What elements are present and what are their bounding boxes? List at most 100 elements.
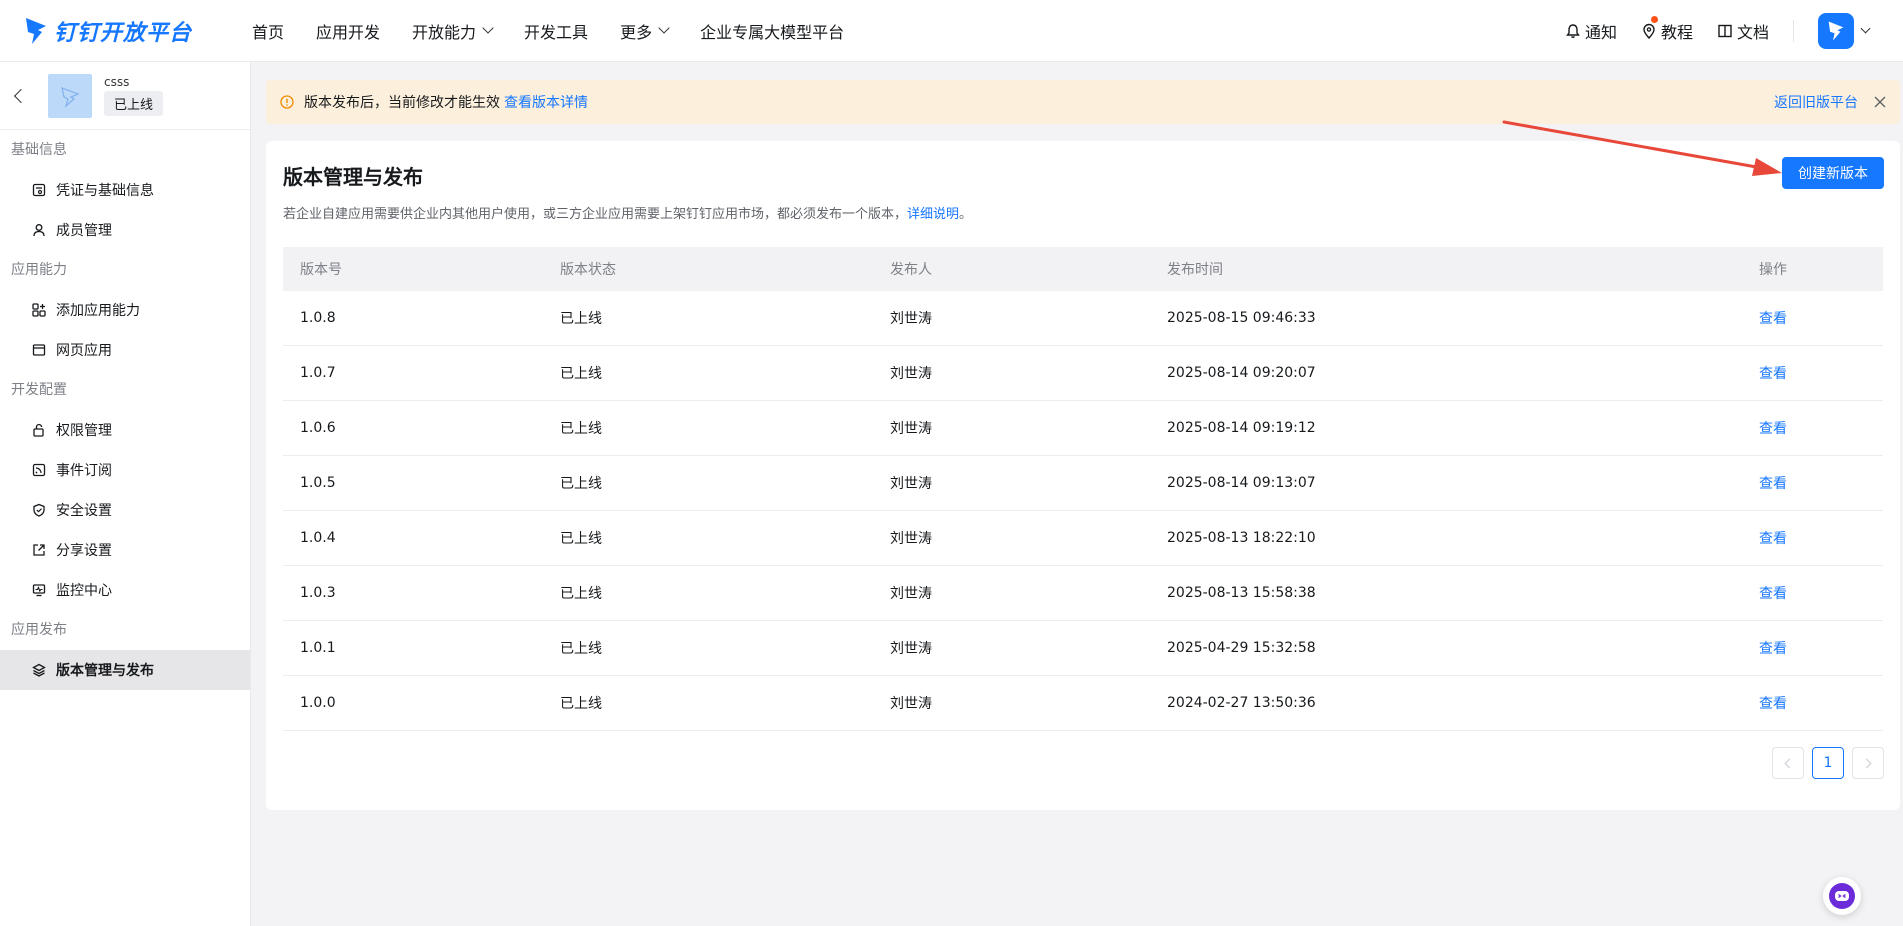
action-cell: 查看 [1759, 528, 1883, 548]
app-header: csss 已上线 [0, 62, 250, 130]
status-cell: 已上线 [560, 366, 602, 382]
book-icon [1718, 24, 1732, 38]
create-version-button[interactable]: 创建新版本 [1782, 157, 1884, 189]
group-app-release: 应用发布 [11, 622, 67, 638]
assistant-button[interactable] [1823, 877, 1861, 915]
details-link[interactable]: 详细说明 [907, 207, 959, 222]
view-link[interactable]: 查看 [1759, 641, 1787, 657]
back-arrow-icon[interactable] [13, 88, 29, 103]
docs-button[interactable]: 文档 [1717, 19, 1769, 43]
view-link[interactable]: 查看 [1759, 421, 1787, 437]
nav-more[interactable]: 更多 [620, 19, 670, 43]
publish-time-cell: 2025-08-15 09:46:33 [1167, 310, 1316, 326]
chevron-down-icon [482, 22, 494, 34]
view-version-details-link[interactable]: 查看版本详情 [504, 92, 588, 112]
page-number[interactable]: 1 [1812, 747, 1844, 779]
status-cell: 已上线 [560, 696, 602, 712]
back-old-platform-link[interactable]: 返回旧版平台 [1774, 92, 1858, 112]
chevron-down-icon[interactable] [1860, 23, 1871, 34]
view-link[interactable]: 查看 [1759, 366, 1787, 382]
status-cell: 已上线 [560, 311, 602, 327]
view-link[interactable]: 查看 [1759, 311, 1787, 327]
sidebar-item-credential[interactable]: 凭证与基础信息 [0, 170, 250, 210]
column-header: 操作 [1759, 262, 1787, 278]
logo-text: 钉钉开放平台 [54, 20, 193, 46]
lock-icon [33, 423, 44, 437]
logo[interactable]: 钉钉开放平台 [24, 15, 230, 47]
publisher-cell: 刘世涛 [890, 476, 932, 492]
nav-open-ability[interactable]: 开放能力 [412, 19, 494, 43]
status-cell: 已上线 [560, 586, 602, 602]
close-icon[interactable] [1874, 96, 1886, 108]
app-logo-icon [61, 86, 80, 108]
version-cell: 1.0.6 [300, 420, 336, 436]
sidebar-item-permissions[interactable]: 权限管理 [0, 410, 250, 450]
dingtalk-logo-icon [26, 17, 46, 44]
annotation-arrow [1502, 120, 1782, 176]
publish-time-cell: 2025-04-29 15:32:58 [1167, 640, 1316, 656]
table-row: 1.0.8 已上线 刘世涛 2025-08-15 09:46:33 查看 [283, 291, 1883, 346]
status-cell: 已上线 [560, 531, 602, 547]
pagination: 1 [1764, 747, 1884, 779]
bot-face-icon [1835, 891, 1849, 901]
sidebar-item-webpage[interactable]: 网页应用 [0, 330, 250, 370]
column-header: 版本号 [300, 262, 342, 278]
view-link[interactable]: 查看 [1759, 476, 1787, 492]
action-cell: 查看 [1759, 418, 1883, 438]
version-cell: 1.0.3 [300, 585, 336, 601]
sidebar-item-share[interactable]: 分享设置 [0, 530, 250, 570]
notice-text: 版本发布后，当前修改才能生效 [304, 95, 500, 111]
publish-time-cell: 2024-02-27 13:50:36 [1167, 695, 1316, 711]
view-link[interactable]: 查看 [1759, 696, 1787, 712]
publisher-cell: 刘世涛 [890, 366, 932, 382]
view-link[interactable]: 查看 [1759, 531, 1787, 547]
assistant-icon [1829, 883, 1855, 909]
nav-dev-tools[interactable]: 开发工具 [524, 19, 588, 43]
prev-page-button[interactable] [1772, 747, 1804, 779]
group-basic-info: 基础信息 [11, 142, 67, 158]
publisher-cell: 刘世涛 [890, 531, 932, 547]
table-row: 1.0.4 已上线 刘世涛 2025-08-13 18:22:10 查看 [283, 511, 1883, 566]
publisher-cell: 刘世涛 [890, 696, 932, 712]
publisher-cell: 刘世涛 [890, 586, 932, 602]
notify-button[interactable]: 通知 [1565, 19, 1617, 43]
avatar[interactable] [1818, 13, 1854, 49]
sidebar-item-security[interactable]: 安全设置 [0, 490, 250, 530]
publish-time-cell: 2025-08-14 09:20:07 [1167, 365, 1316, 381]
tutorial-button[interactable]: 教程 [1641, 16, 1693, 43]
table-row: 1.0.7 已上线 刘世涛 2025-08-14 09:20:07 查看 [283, 346, 1883, 401]
notice-right: 返回旧版平台 [1774, 92, 1886, 112]
next-page-button[interactable] [1852, 747, 1884, 779]
action-cell: 查看 [1759, 473, 1883, 493]
sidebar: csss 已上线 基础信息 凭证与基础信息 成员管理 应用能力 添加应用能力 网… [0, 62, 251, 926]
sidebar-item-event-subscription[interactable]: 事件订阅 [0, 450, 250, 490]
column-header: 发布时间 [1167, 262, 1223, 278]
column-header: 发布人 [890, 262, 932, 278]
top-header: 钉钉开放平台 首页 应用开发 开放能力 开发工具 更多 企业专属大模型平台 通知… [0, 0, 1903, 62]
version-cell: 1.0.4 [300, 530, 336, 546]
dingtalk-avatar-icon [1828, 21, 1844, 41]
nav-llm-platform[interactable]: 企业专属大模型平台 [700, 19, 844, 43]
sidebar-item-add-ability[interactable]: 添加应用能力 [0, 290, 250, 330]
publisher-cell: 刘世涛 [890, 311, 932, 327]
nav-home[interactable]: 首页 [252, 19, 284, 43]
page-title: 版本管理与发布 [283, 165, 423, 189]
nav-app-dev[interactable]: 应用开发 [316, 19, 380, 43]
sidebar-item-monitor[interactable]: 监控中心 [0, 570, 250, 610]
app-logo [48, 73, 92, 118]
version-cell: 1.0.8 [300, 310, 336, 326]
publish-time-cell: 2025-08-14 09:19:12 [1167, 420, 1316, 436]
layers-icon [32, 663, 46, 677]
sidebar-item-members[interactable]: 成员管理 [0, 210, 250, 250]
sidebar-item-version-management[interactable]: 版本管理与发布 [0, 650, 250, 690]
monitor-icon [32, 584, 46, 597]
action-cell: 查看 [1759, 638, 1883, 658]
publish-time-cell: 2025-08-13 18:22:10 [1167, 530, 1316, 546]
header-right: 通知 教程 文档 [1541, 0, 1871, 62]
version-table: 版本号 版本状态 发布人 发布时间 操作 1.0.8 已上线 刘世涛 2025-08-… [283, 247, 1883, 731]
version-cell: 1.0.7 [300, 365, 336, 381]
view-link[interactable]: 查看 [1759, 586, 1787, 602]
action-cell: 查看 [1759, 363, 1883, 383]
rss-icon [32, 463, 46, 477]
page-description: 若企业自建应用需要供企业内其他用户使用，或三方企业应用需要上架钉钉应用市场，都必… [283, 207, 973, 222]
